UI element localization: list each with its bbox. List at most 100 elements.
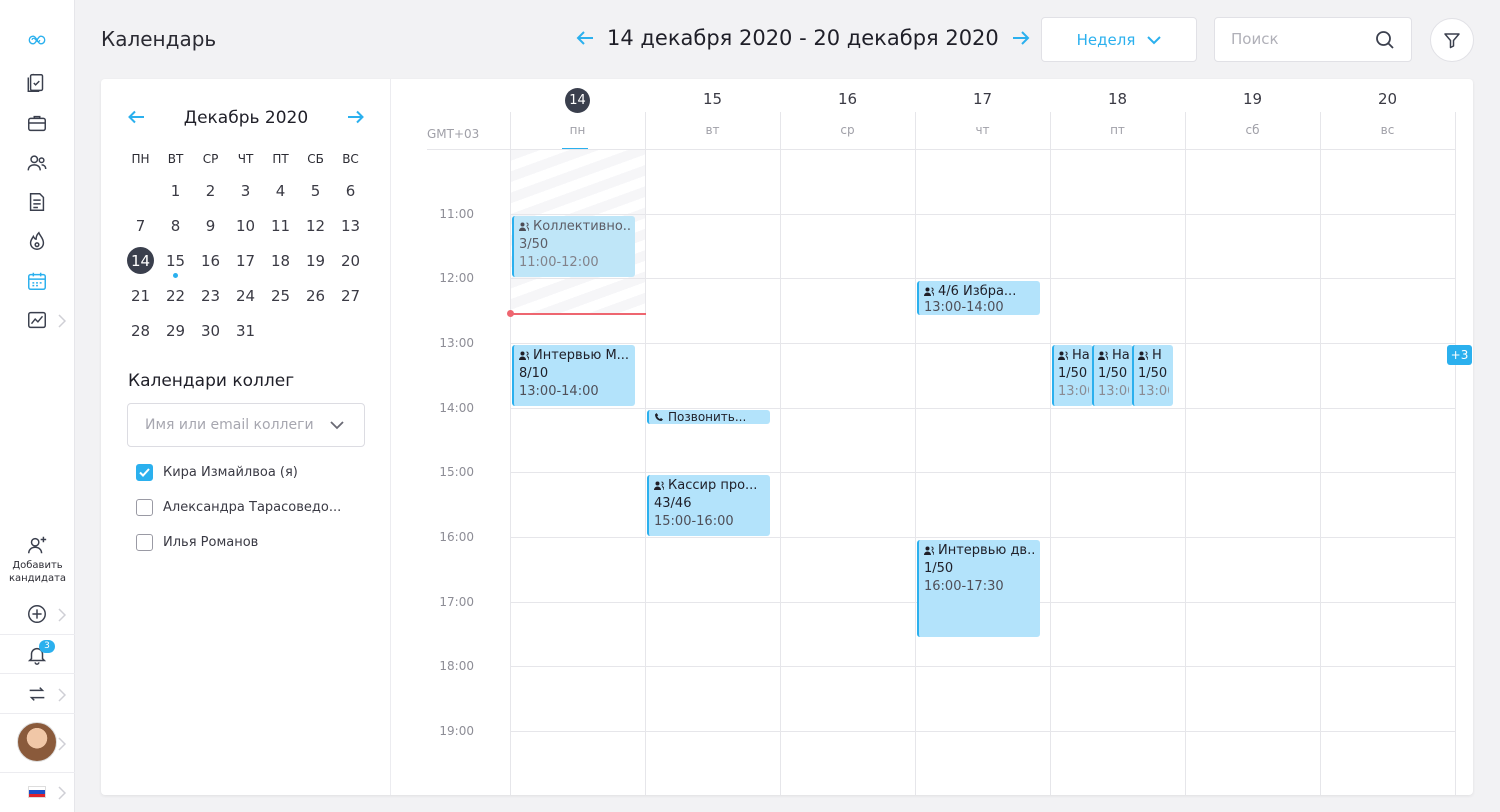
mini-day[interactable]: 23 [193, 283, 228, 309]
view-select[interactable]: Неделя [1041, 17, 1197, 62]
avatar[interactable] [17, 722, 57, 762]
event-time: 13:00 [1058, 384, 1089, 399]
mini-day-label: 15 [165, 252, 186, 270]
mini-day[interactable]: 10 [228, 213, 263, 239]
mini-day[interactable]: 13 [333, 213, 368, 239]
day-header[interactable]: 18 пт [1050, 79, 1185, 149]
day-number: 19 [1242, 90, 1263, 108]
colleague-select[interactable] [127, 403, 365, 447]
calendar-event[interactable]: Коллективно... 3/50 11:00-12:00 [512, 216, 635, 277]
day-header[interactable]: 19 сб [1185, 79, 1320, 149]
mini-day[interactable]: 4 [263, 178, 298, 204]
day-name: пн [569, 123, 586, 137]
chevron-right-icon[interactable] [58, 313, 68, 328]
people-icon[interactable] [24, 150, 50, 176]
logo-icon[interactable] [24, 27, 50, 53]
day-number: 15 [702, 90, 723, 108]
colleague-name: Александра Тарасоведо... [163, 500, 342, 515]
chevron-right-icon[interactable] [58, 607, 68, 622]
checkbox-checked[interactable] [136, 464, 153, 481]
document-icon[interactable] [24, 189, 50, 215]
search-icon[interactable] [1375, 30, 1395, 50]
weekday-label: ВС [342, 152, 359, 166]
mini-day[interactable]: 8 [158, 213, 193, 239]
mini-day[interactable]: 15 [158, 248, 193, 278]
analytics-icon[interactable] [24, 307, 50, 333]
next-month-arrow-icon[interactable] [347, 109, 364, 128]
checkbox[interactable] [136, 499, 153, 516]
mini-day[interactable]: 6 [333, 178, 368, 204]
mini-day[interactable]: 3 [228, 178, 263, 204]
mini-day[interactable]: 21 [123, 283, 158, 309]
group-icon [519, 222, 529, 231]
colleague-search-input[interactable] [145, 417, 325, 433]
mini-day-selected[interactable]: 14 [123, 247, 158, 274]
mini-day[interactable]: 2 [193, 178, 228, 204]
mini-day[interactable]: 20 [333, 248, 368, 274]
mini-day[interactable]: 18 [263, 248, 298, 274]
weekday-label: СБ [307, 152, 324, 166]
mini-day[interactable]: 19 [298, 248, 333, 274]
checkbox[interactable] [136, 534, 153, 551]
mini-day[interactable]: 16 [193, 248, 228, 274]
next-week-arrow-icon[interactable] [1011, 28, 1031, 48]
switch-icon[interactable] [24, 681, 50, 707]
day-header[interactable]: 15 вт [645, 79, 780, 149]
add-candidate-icon[interactable] [24, 532, 50, 558]
day-header[interactable]: 14 пн [510, 79, 645, 150]
mini-day[interactable]: 9 [193, 213, 228, 239]
event-title: На [1072, 348, 1089, 363]
calendar-event[interactable]: Н 1/50 13:00 [1132, 345, 1173, 406]
mini-day[interactable]: 11 [263, 213, 298, 239]
colleague-item[interactable]: Кира Измайлвоа (я) [136, 464, 298, 481]
calendar-event[interactable]: Кассир про... 43/46 15:00-16:00 [647, 475, 770, 536]
mini-day[interactable]: 17 [228, 248, 263, 274]
calendar-event[interactable]: 4/6 Избра... 13:00-14:00 [917, 281, 1040, 315]
calendar-icon[interactable] [24, 268, 50, 294]
colleague-item[interactable]: Илья Романов [136, 534, 258, 551]
more-events-badge[interactable]: +3 [1447, 345, 1472, 365]
day-header[interactable]: 17 чт [915, 79, 1050, 149]
mini-day[interactable]: 1 [158, 178, 193, 204]
fire-icon[interactable] [24, 228, 50, 254]
event-count: 43/46 [654, 496, 692, 511]
add-candidate-button[interactable]: Добавить кандидата [0, 559, 75, 585]
day-number: 17 [972, 90, 993, 108]
mini-day[interactable]: 27 [333, 283, 368, 309]
mini-day[interactable]: 29 [158, 318, 193, 344]
prev-month-arrow-icon[interactable] [128, 109, 145, 128]
plus-circle-icon[interactable] [24, 601, 50, 627]
chevron-right-icon[interactable] [58, 687, 68, 702]
calendar-event[interactable]: Позвонить... [647, 410, 770, 424]
date-range-label: 14 декабря 2020 - 20 декабря 2020 [607, 26, 999, 50]
calendar-event[interactable]: Интервью М... 8/10 13:00-14:00 [512, 345, 635, 406]
language-flag-icon[interactable] [28, 786, 46, 798]
mini-day[interactable]: 12 [298, 213, 333, 239]
chevron-down-icon [1147, 35, 1162, 44]
colleague-item[interactable]: Александра Тарасоведо... [136, 499, 341, 516]
filter-button[interactable] [1430, 18, 1474, 62]
documents-icon[interactable] [24, 70, 50, 96]
mini-day[interactable]: 7 [123, 213, 158, 239]
prev-week-arrow-icon[interactable] [575, 28, 595, 48]
mini-day[interactable]: 25 [263, 283, 298, 309]
mini-day[interactable]: 22 [158, 283, 193, 309]
day-header[interactable]: 20 вс [1320, 79, 1455, 149]
hour-label: 16:00 [439, 530, 474, 544]
day-header[interactable]: 16 ср [780, 79, 915, 149]
event-time: 15:00-16:00 [654, 514, 734, 529]
mini-day[interactable]: 31 [228, 318, 263, 344]
mini-day[interactable]: 24 [228, 283, 263, 309]
chevron-right-icon[interactable] [58, 785, 68, 800]
mini-day[interactable]: 28 [123, 318, 158, 344]
chevron-right-icon[interactable] [58, 736, 68, 751]
event-title: Н [1152, 348, 1162, 363]
calendar-event[interactable]: Интервью дв... 1/50 16:00-17:30 [917, 540, 1040, 637]
briefcase-icon[interactable] [24, 110, 50, 136]
mini-day[interactable]: 5 [298, 178, 333, 204]
mini-day[interactable]: 26 [298, 283, 333, 309]
mini-day[interactable]: 30 [193, 318, 228, 344]
search-input[interactable] [1231, 30, 1371, 48]
calendar-event[interactable]: На 1/50 13:00 [1092, 345, 1133, 406]
calendar-event[interactable]: На 1/50 13:00 [1052, 345, 1093, 406]
